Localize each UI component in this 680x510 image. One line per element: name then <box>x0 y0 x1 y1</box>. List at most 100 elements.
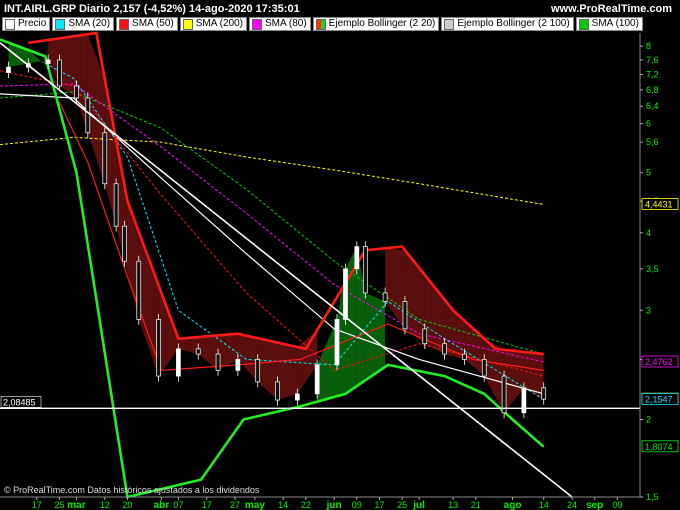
candle-body <box>102 132 108 185</box>
candle-body <box>343 268 348 320</box>
x-tick-label: 25 <box>397 500 407 510</box>
box-swatch-icon <box>5 18 15 30</box>
price-label: 4,4431 <box>645 200 673 210</box>
price-chart[interactable]: 2,08485 87,67,26,86,465,654,543,532,521,… <box>0 0 680 510</box>
legend-item[interactable]: Ejemplo Bollinger (2 20) <box>312 17 440 31</box>
bollinger-fill-down <box>257 338 278 401</box>
x-tick-label: 27 <box>230 500 240 510</box>
chart-header: INT.AIRL.GRP Diario 2,157 (-4,52%) 14-ag… <box>4 3 676 16</box>
bollinger-upper-band <box>28 31 544 356</box>
legend-label: SMA (100) <box>591 18 639 29</box>
box-swatch-icon <box>444 18 455 30</box>
trendline <box>0 42 573 498</box>
legend-label: Ejemplo Bollinger (2 100) <box>457 18 570 29</box>
series-line <box>0 136 544 205</box>
x-tick-label: jul <box>412 500 425 510</box>
x-tick-label: 14 <box>278 500 288 510</box>
bollinger-fill-down <box>59 35 77 98</box>
candle-body <box>382 292 388 302</box>
bollinger-fill-up <box>317 319 337 402</box>
horizontal-level-label: 2,08485 <box>3 397 36 407</box>
candle-body <box>362 246 368 294</box>
legend-label: SMA (80) <box>264 18 307 29</box>
y-tick-label: 3 <box>646 305 651 315</box>
x-tick-label: 17 <box>202 500 212 510</box>
legend: Precio SMA (20) SMA (50) SMA (200) SMA (80) E… <box>2 17 643 31</box>
candle-body <box>275 381 280 401</box>
x-tick-label: 12 <box>100 500 110 510</box>
x-tick-label: 07 <box>173 500 183 510</box>
legend-label: Ejemplo Bollinger (2 20) <box>328 18 436 29</box>
y-tick-label: 8 <box>646 41 651 51</box>
y-tick-label: 5,6 <box>646 137 659 147</box>
candle-body <box>113 183 119 227</box>
y-tick-label: 6,4 <box>646 101 659 111</box>
bollinger-fill-down <box>198 335 219 371</box>
candle-body <box>294 393 300 401</box>
legend-item[interactable]: SMA (100) <box>575 17 643 31</box>
bollinger-fill-up <box>365 292 386 381</box>
x-tick-label: 22 <box>301 500 311 510</box>
x-tick-label: abr <box>154 500 170 510</box>
y-tick-label: 2 <box>646 415 651 425</box>
price-label: 2,4762 <box>645 357 673 367</box>
legend-label: SMA (50) <box>132 18 174 29</box>
bollinger-fill-down <box>297 330 318 394</box>
candle-body <box>354 246 360 270</box>
candle-body <box>215 353 221 371</box>
x-tick-label: jun <box>326 500 342 510</box>
legend-item[interactable]: SMA (20) <box>52 17 115 31</box>
candle-body <box>481 359 487 377</box>
candle-body <box>255 359 261 383</box>
y-tick-label: 5 <box>646 168 651 178</box>
bollinger-fill-down <box>385 248 405 329</box>
x-tick-label: 25 <box>54 500 64 510</box>
price-label: 1,8074 <box>645 442 673 452</box>
legend-item[interactable]: SMA (50) <box>116 17 178 31</box>
x-tick-label: 14 <box>539 500 549 510</box>
candle-body <box>74 85 79 99</box>
candle-body <box>402 301 408 330</box>
x-tick-label: 20 <box>122 500 132 510</box>
legend-label: Precio <box>18 18 47 29</box>
candle-body <box>422 328 428 345</box>
bollinger-fill-down <box>237 333 258 382</box>
y-tick-label: 7,6 <box>646 55 659 65</box>
x-tick-label: ago <box>504 500 522 510</box>
x-tick-label: may <box>245 500 265 510</box>
x-tick-label: sep <box>586 500 603 510</box>
box-swatch-icon <box>55 18 66 30</box>
legend-item[interactable]: Precio <box>2 17 51 31</box>
y-axis: 87,67,26,86,465,654,543,532,521,54,44312… <box>639 33 679 502</box>
legend-item[interactable]: SMA (200) <box>179 17 247 31</box>
candle-body <box>235 359 241 371</box>
candle-body <box>334 319 340 366</box>
candle-body <box>195 348 201 355</box>
legend-label: SMA (20) <box>68 18 111 29</box>
chart-title: INT.AIRL.GRP Diario 2,157 (-4,52%) 14-ag… <box>4 3 300 15</box>
legend-item[interactable]: SMA (80) <box>248 17 311 31</box>
candle-body <box>521 387 527 414</box>
y-tick-label: 3,5 <box>646 264 659 274</box>
site-url[interactable]: www.ProRealTime.com <box>551 3 672 15</box>
x-tick-label: 24 <box>567 500 577 510</box>
legend-item[interactable]: Ejemplo Bollinger (2 100) <box>441 17 574 31</box>
candle-body <box>85 97 91 134</box>
box-swatch-icon <box>578 18 589 30</box>
candle-body <box>176 348 181 377</box>
candle-body <box>541 387 547 400</box>
candle-body <box>45 59 51 64</box>
box-swatch-icon <box>251 18 262 30</box>
candle-body <box>57 59 62 87</box>
bollinger-fill-down <box>277 342 298 401</box>
candle-body <box>442 343 447 355</box>
y-tick-label: 6 <box>646 119 651 129</box>
y-tick-label: 4 <box>646 228 651 238</box>
bollinger-fill-down <box>87 34 105 184</box>
y-tick-label: 6,8 <box>646 85 659 95</box>
box-swatch-icon <box>182 18 193 30</box>
series-line <box>0 91 544 355</box>
x-tick-label: 13 <box>448 500 458 510</box>
x-tick-label: 17 <box>32 500 42 510</box>
x-tick-label: 21 <box>471 500 481 510</box>
